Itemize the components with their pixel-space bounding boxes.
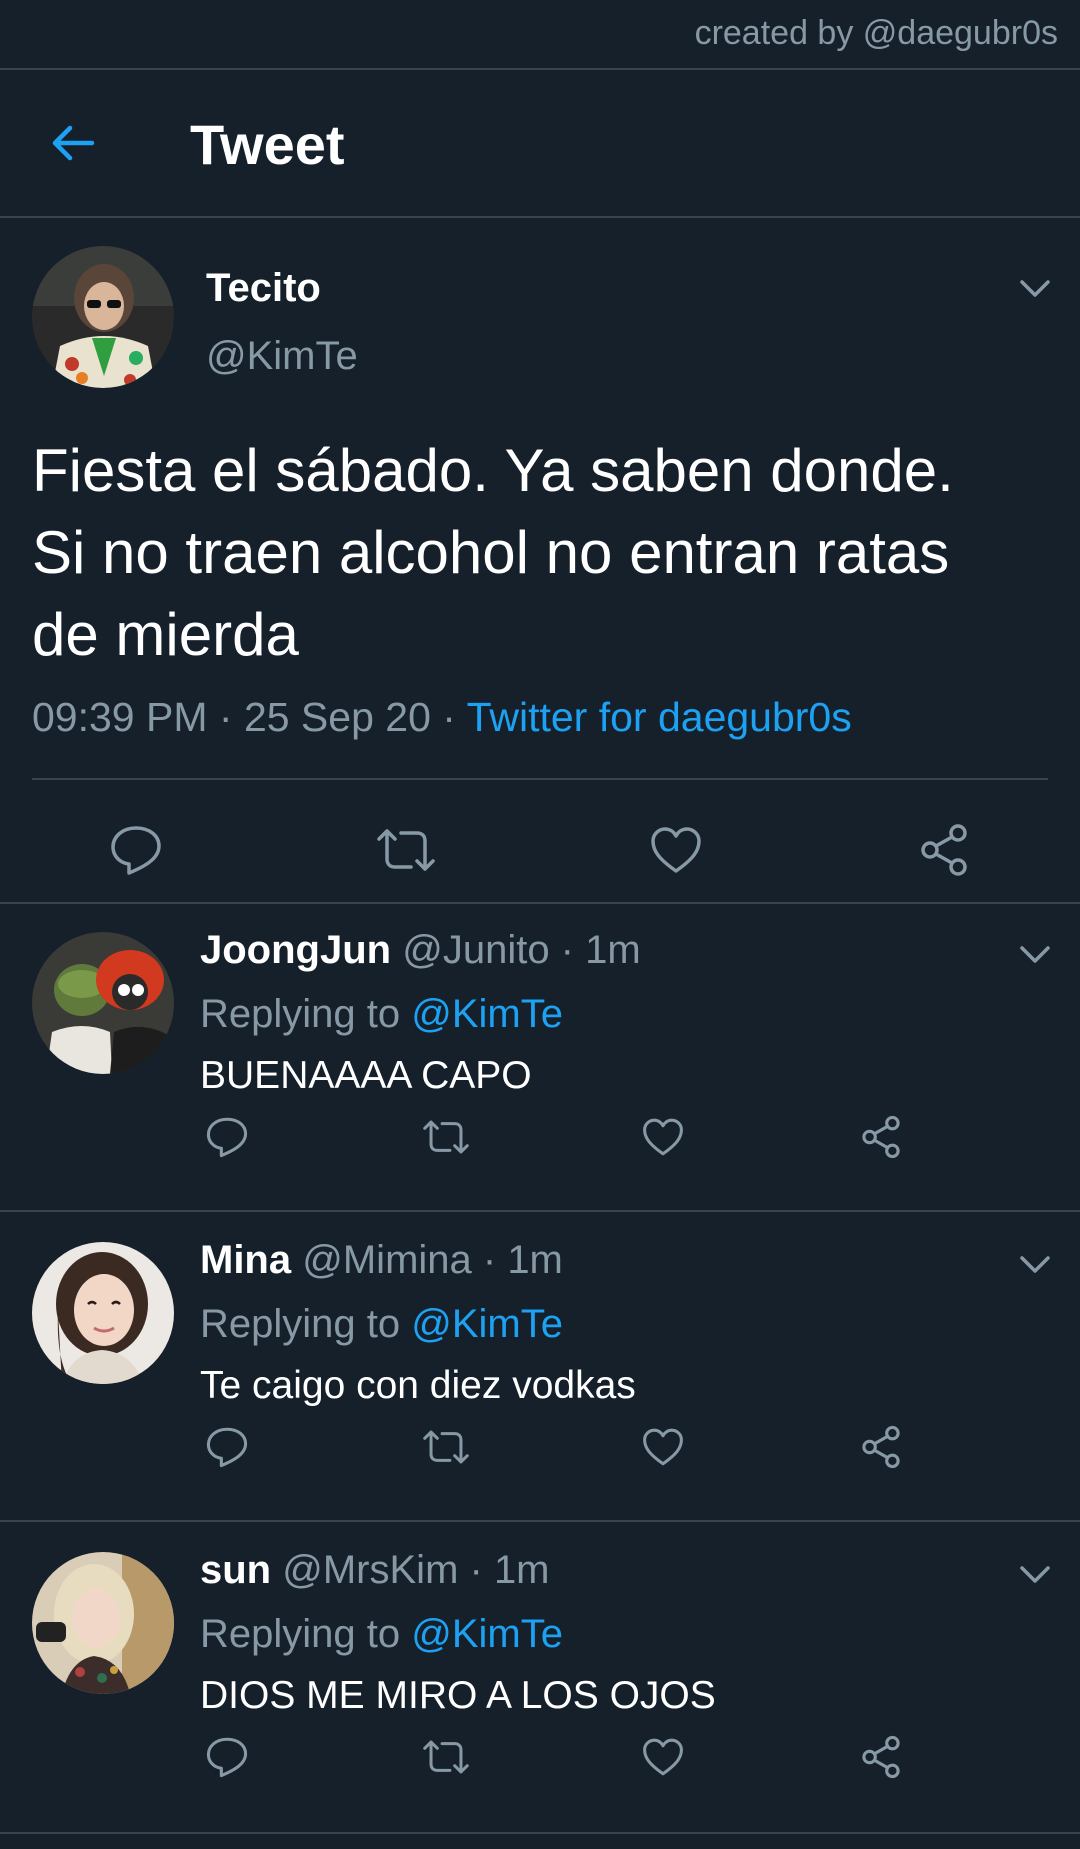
- meta-separator: ·: [458, 1548, 494, 1592]
- reply-actions: [0, 1730, 1080, 1800]
- retweet-icon[interactable]: [416, 1110, 476, 1164]
- chevron-down-icon[interactable]: [1018, 1254, 1052, 1276]
- reply-time: 1m: [585, 928, 641, 972]
- chevron-down-icon[interactable]: [1018, 944, 1052, 966]
- handle[interactable]: @MrsKim: [282, 1548, 458, 1592]
- handle[interactable]: @Junito: [402, 928, 549, 972]
- replying-to: Replying to @KimTe: [200, 1302, 563, 1347]
- avatar[interactable]: [32, 1242, 174, 1384]
- like-icon[interactable]: [636, 1420, 690, 1474]
- reply-time: 1m: [493, 1548, 550, 1592]
- chevron-down-icon[interactable]: [1018, 1564, 1052, 1586]
- display-name[interactable]: Tecito: [206, 266, 321, 311]
- reply-icon[interactable]: [200, 1110, 254, 1164]
- retweet-icon[interactable]: [416, 1420, 476, 1474]
- reply-text: Te caigo con diez vodkas: [200, 1364, 636, 1407]
- share-icon[interactable]: [854, 1730, 908, 1784]
- retweet-icon[interactable]: [416, 1730, 476, 1784]
- page-title: Tweet: [190, 113, 345, 176]
- replying-label: Replying to: [200, 992, 401, 1036]
- tweet-line: de mierda: [32, 601, 299, 668]
- back-arrow-icon[interactable]: [48, 118, 98, 168]
- chevron-down-icon[interactable]: [1018, 278, 1052, 300]
- meta-separator: ·: [549, 928, 586, 972]
- reply-actions: [0, 1420, 1080, 1490]
- share-icon[interactable]: [912, 822, 976, 878]
- credit-text: created by @daegubr0s: [694, 14, 1058, 52]
- reply-tweet[interactable]: Mina @Mimina · 1m Replying to @KimTe Te …: [0, 1214, 1080, 1522]
- replying-to: Replying to @KimTe: [200, 1612, 563, 1657]
- tweet-source-link[interactable]: Twitter for daegubr0s: [467, 694, 852, 740]
- mention-link[interactable]: @KimTe: [411, 1302, 563, 1346]
- avatar[interactable]: [32, 246, 174, 388]
- tweet-text: Fiesta el sábado. Ya saben donde. Si no …: [32, 430, 1042, 676]
- share-icon[interactable]: [854, 1420, 908, 1474]
- meta-separator: ·: [207, 694, 244, 740]
- meta-separator: ·: [430, 694, 467, 740]
- mention-link[interactable]: @KimTe: [411, 1612, 563, 1656]
- display-name[interactable]: JoongJun: [200, 928, 391, 972]
- header: Tweet: [0, 70, 1080, 216]
- divider: [32, 778, 1048, 780]
- tweet-actions: [0, 798, 1080, 898]
- reply-text: DIOS ME MIRO A LOS OJOS: [200, 1674, 716, 1717]
- reply-tweet[interactable]: JoongJun @Junito · 1m Replying to @KimTe…: [0, 904, 1080, 1212]
- reply-header: sun @MrsKim · 1m: [200, 1548, 550, 1593]
- tweet-line: Si no traen alcohol no entran ratas: [32, 519, 950, 586]
- like-icon[interactable]: [636, 1110, 690, 1164]
- like-icon[interactable]: [644, 822, 708, 878]
- reply-text: BUENAAAA CAPO: [200, 1054, 532, 1097]
- tweet-line: Fiesta el sábado. Ya saben donde.: [32, 437, 954, 504]
- avatar[interactable]: [32, 932, 174, 1074]
- meta-separator: ·: [471, 1238, 508, 1282]
- like-icon[interactable]: [636, 1730, 690, 1784]
- display-name[interactable]: sun: [200, 1548, 271, 1592]
- main-tweet: Tecito @KimTe Fiesta el sábado. Ya saben…: [0, 218, 1080, 902]
- divider: [0, 1520, 1080, 1522]
- handle[interactable]: @KimTe: [206, 334, 358, 379]
- reply-actions: [0, 1110, 1080, 1180]
- tweet-time: 09:39 PM: [32, 694, 208, 740]
- retweet-icon[interactable]: [370, 822, 442, 878]
- reply-header: JoongJun @Junito · 1m: [200, 928, 641, 973]
- reply-icon[interactable]: [200, 1730, 254, 1784]
- reply-time: 1m: [507, 1238, 563, 1282]
- divider: [0, 1832, 1080, 1834]
- replying-to: Replying to @KimTe: [200, 992, 563, 1037]
- replying-label: Replying to: [200, 1612, 401, 1656]
- divider: [0, 1210, 1080, 1212]
- display-name[interactable]: Mina: [200, 1238, 291, 1282]
- reply-tweet[interactable]: sun @MrsKim · 1m Replying to @KimTe DIOS…: [0, 1524, 1080, 1832]
- share-icon[interactable]: [854, 1110, 908, 1164]
- reply-icon[interactable]: [200, 1420, 254, 1474]
- reply-icon[interactable]: [104, 822, 168, 878]
- avatar[interactable]: [32, 1552, 174, 1694]
- handle[interactable]: @Mimina: [302, 1238, 472, 1282]
- tweet-meta: 09:39 PM · 25 Sep 20 · Twitter for daegu…: [32, 694, 852, 741]
- mention-link[interactable]: @KimTe: [411, 992, 563, 1036]
- tweet-date: 25 Sep 20: [243, 694, 431, 740]
- replying-label: Replying to: [200, 1302, 401, 1346]
- reply-header: Mina @Mimina · 1m: [200, 1238, 563, 1283]
